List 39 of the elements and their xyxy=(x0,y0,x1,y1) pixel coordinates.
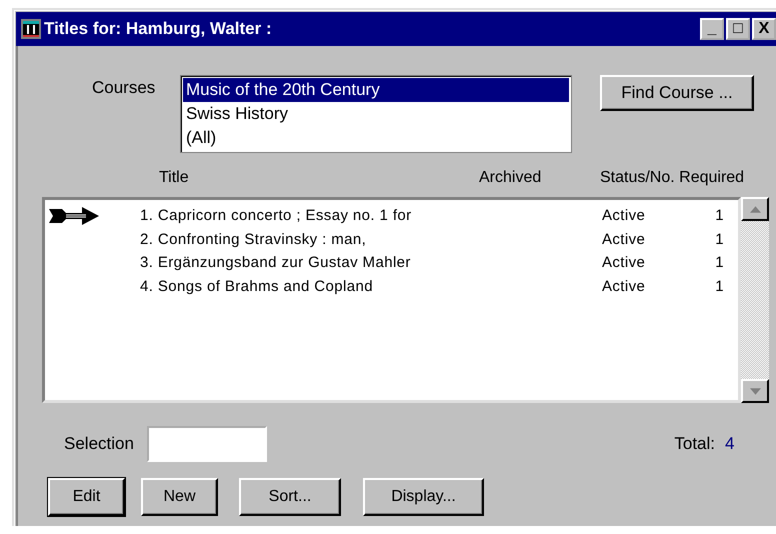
maximize-button[interactable]: □ xyxy=(726,18,750,40)
app-icon xyxy=(20,18,42,40)
action-button[interactable]: New xyxy=(141,478,218,516)
total-value: 4 xyxy=(725,434,736,454)
course-item[interactable]: Swiss History xyxy=(183,102,569,126)
title-cell-text: 3. Ergänzungsband zur Gustav Mahler xyxy=(140,254,412,272)
action-button[interactable]: Edit xyxy=(48,478,125,516)
status-cell-text: Active xyxy=(602,254,646,272)
status-cell-text: Active xyxy=(602,207,646,224)
scroll-down-button[interactable] xyxy=(741,379,769,403)
course-item[interactable]: (All) xyxy=(183,126,569,150)
window-title: Titles for: Hamburg, Walter : xyxy=(44,19,272,39)
required-cell-text: 1 xyxy=(714,230,724,248)
required-cell-text: 1 xyxy=(714,278,724,295)
status-cell-text: Active xyxy=(602,278,646,295)
course-item[interactable]: Music of the 20th Century xyxy=(183,78,569,102)
courses-label: Courses xyxy=(92,78,156,98)
title-cell-text: 1. Capricorn concerto ; Essay no. 1 for xyxy=(140,207,413,224)
down-triangle-icon xyxy=(750,388,760,394)
total-label: Total: xyxy=(674,434,715,454)
title-cell-text: 4. Songs of Brahms and Copland xyxy=(140,278,374,295)
selection-label: Selection xyxy=(64,434,135,454)
title-cell-text: 2. Confronting Stravinsky : man, xyxy=(140,230,368,248)
column-header: Archived xyxy=(479,169,542,187)
minimize-button[interactable]: _ xyxy=(700,18,724,40)
courses-list[interactable]: Music of the 20th Century Swiss History (All) xyxy=(180,75,572,153)
action-button[interactable]: Display... xyxy=(363,478,484,516)
required-cell-text: 1 xyxy=(714,254,724,272)
scroll-up-button[interactable] xyxy=(741,197,769,221)
close-button[interactable]: X xyxy=(752,18,776,40)
find-course-button[interactable]: Find Course ... xyxy=(600,75,754,111)
required-cell-text: 1 xyxy=(714,207,724,224)
up-triangle-icon xyxy=(750,206,760,212)
column-header: Title xyxy=(159,169,189,187)
scrollbar[interactable] xyxy=(741,197,769,403)
action-button[interactable]: Sort... xyxy=(239,478,341,516)
column-header: Status/No. Required xyxy=(600,169,744,187)
status-cell-text: Active xyxy=(602,230,646,248)
selection-field[interactable] xyxy=(147,426,267,462)
